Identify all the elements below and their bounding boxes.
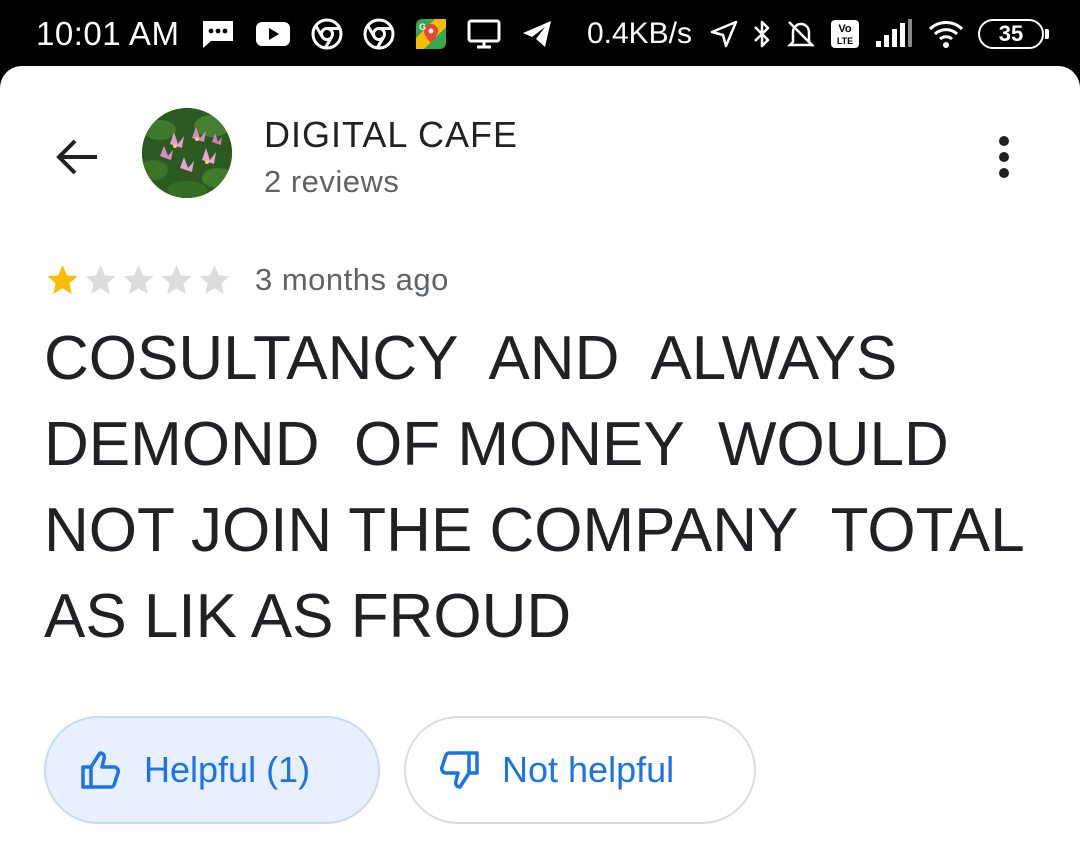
not-helpful-label: Not helpful xyxy=(502,749,675,790)
telegram-icon xyxy=(521,17,553,51)
battery-icon: 35 xyxy=(978,19,1049,49)
star-empty-icon xyxy=(161,265,192,294)
more-options-button[interactable] xyxy=(978,126,1030,188)
helpful-label: Helpful (1) xyxy=(144,749,311,790)
lotus-photo-avatar xyxy=(142,108,232,198)
back-button[interactable] xyxy=(44,124,110,190)
monitor-icon xyxy=(467,17,501,51)
rating-row: 3 months ago xyxy=(44,260,449,300)
volte-icon: Vo LTE xyxy=(830,17,860,51)
thumb-up-icon xyxy=(81,751,120,789)
youtube-icon xyxy=(255,17,291,51)
svg-text:G: G xyxy=(419,22,426,32)
not-helpful-button[interactable]: Not helpful xyxy=(404,716,756,824)
wifi-icon xyxy=(928,17,964,51)
review-actions: Helpful (1) Not helpful xyxy=(44,716,756,824)
chat-icon xyxy=(201,17,235,51)
arrow-back-icon xyxy=(56,139,97,175)
star-rating xyxy=(44,262,233,298)
review-date: 3 months ago xyxy=(255,262,449,297)
status-bar: 10:01 AM G 0.4KB/s Vo LTE 35 xyxy=(0,0,1080,68)
review-header: DIGITAL CAFE 2 reviews xyxy=(0,66,1080,236)
star-empty-icon xyxy=(123,265,154,294)
notification-icons: G xyxy=(201,17,553,51)
signal-icon xyxy=(874,17,914,51)
chrome-icon xyxy=(311,17,343,51)
svg-text:Vo: Vo xyxy=(838,23,852,35)
notifications-off-icon xyxy=(786,17,816,51)
location-icon xyxy=(710,17,738,51)
chrome-icon xyxy=(363,17,395,51)
system-icons: 0.4KB/s Vo LTE 35 xyxy=(586,17,1049,51)
network-speed: 0.4KB/s xyxy=(586,17,692,50)
star-empty-icon xyxy=(85,265,116,294)
star-filled-icon xyxy=(47,265,78,294)
maps-icon: G xyxy=(415,17,447,51)
status-time: 10:01 AM xyxy=(36,15,180,52)
review-text: COSULTANCY AND ALWAYS DEMOND OF MONEY WO… xyxy=(44,324,1025,651)
review-card: DIGITAL CAFE 2 reviews 3 months ago COSU… xyxy=(0,66,1080,855)
place-name[interactable]: DIGITAL CAFE xyxy=(264,114,518,156)
review-count: 2 reviews xyxy=(264,164,400,199)
star-empty-icon xyxy=(199,265,230,294)
thumb-down-icon xyxy=(440,751,479,789)
helpful-button[interactable]: Helpful (1) xyxy=(44,716,380,824)
avatar[interactable] xyxy=(142,108,232,198)
bluetooth-icon xyxy=(752,17,772,51)
more-vert-icon xyxy=(999,136,1009,178)
svg-text:LTE: LTE xyxy=(837,36,853,46)
